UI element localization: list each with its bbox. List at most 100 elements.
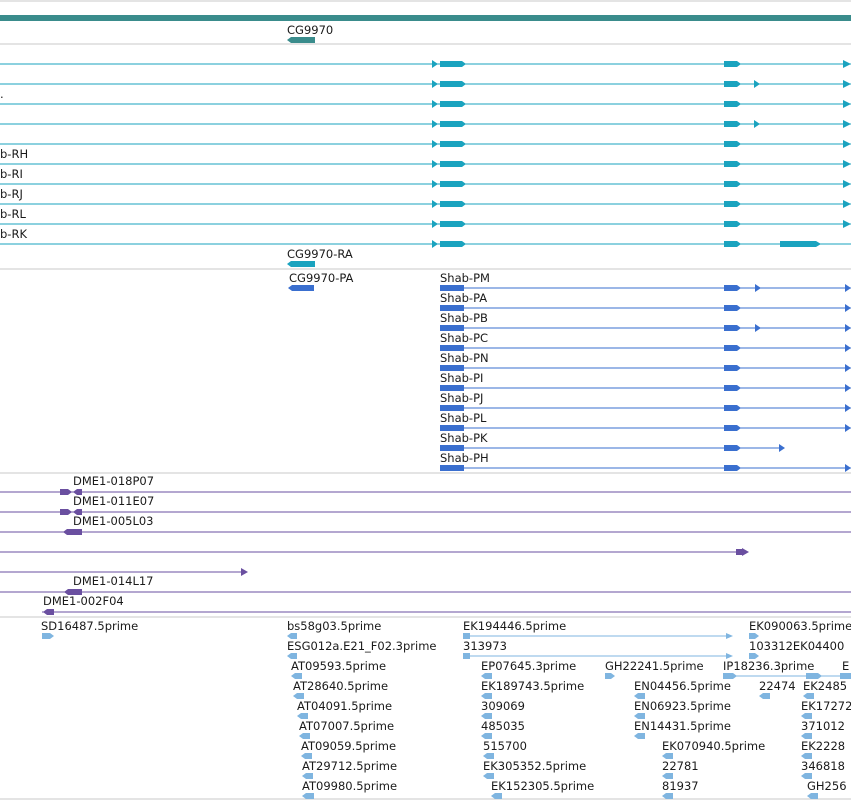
est-track: SD16487.5prime bs58g03.5prime ESG012a.E2… bbox=[41, 619, 851, 799]
est-label: EN04456.5prime bbox=[634, 679, 731, 693]
protein-row[interactable] bbox=[440, 284, 851, 292]
est-label: AT09059.5prime bbox=[301, 739, 396, 753]
transcript-track: . b-RH b-RI b-RJ b-RL b-RK CG9970-RA bbox=[0, 60, 851, 267]
est-label: EK070940.5prime bbox=[662, 739, 765, 753]
gene-track: CG9970 bbox=[0, 15, 851, 43]
transcript-feature[interactable] bbox=[287, 261, 315, 267]
est-label: AT09980.5prime bbox=[302, 779, 397, 793]
transcript-row[interactable] bbox=[0, 140, 851, 148]
transcript-label: b-RL bbox=[0, 207, 26, 221]
est-label: EN06923.5prime bbox=[634, 699, 731, 713]
est-label: EK152305.5prime bbox=[491, 779, 594, 793]
clone-label: DME1-005L03 bbox=[73, 514, 154, 528]
transcript-row[interactable] bbox=[0, 220, 851, 228]
est-label: 103312EK04400 bbox=[749, 639, 844, 653]
est-label: IP18236.3prime bbox=[723, 659, 814, 673]
est-label: EK2485 bbox=[803, 679, 847, 693]
transcript-label: CG9970-RA bbox=[287, 247, 353, 261]
protein-label: Shab-PB bbox=[440, 311, 488, 325]
transcript-label: . bbox=[0, 87, 4, 101]
clone-row[interactable] bbox=[0, 529, 851, 535]
est-label: AT09593.5prime bbox=[291, 659, 386, 673]
gene-span-bar[interactable] bbox=[0, 15, 851, 21]
est-feature[interactable] bbox=[759, 693, 770, 699]
transcript-row[interactable] bbox=[0, 120, 851, 128]
est-label: EN14431.5prime bbox=[634, 719, 731, 733]
transcript-row[interactable] bbox=[0, 240, 851, 248]
est-label: EK305352.5prime bbox=[483, 759, 586, 773]
clone-label: DME1-018P07 bbox=[73, 474, 154, 488]
protein-feature[interactable] bbox=[288, 285, 314, 291]
protein-label: Shab-PL bbox=[440, 411, 487, 425]
est-label: EK194446.5prime bbox=[463, 619, 566, 633]
est-label: 309069 bbox=[481, 699, 525, 713]
est-feature[interactable] bbox=[491, 793, 502, 799]
clone-row[interactable] bbox=[0, 589, 851, 595]
protein-row[interactable] bbox=[440, 444, 785, 452]
est-label: EP07645.3prime bbox=[481, 659, 576, 673]
est-label: AT07007.5prime bbox=[299, 719, 394, 733]
genome-browser-tracks: CG9970 . b-RH b-RI b-RJ b-RL b-RK CG9970… bbox=[0, 0, 851, 800]
est-label: GH256 bbox=[807, 779, 847, 793]
transcript-row[interactable] bbox=[0, 100, 851, 108]
est-label: E bbox=[842, 659, 849, 673]
transcript-label: b-RJ bbox=[0, 187, 23, 201]
transcript-row[interactable] bbox=[0, 180, 851, 188]
est-label: AT04091.5prime bbox=[297, 699, 392, 713]
est-feature[interactable] bbox=[302, 793, 314, 799]
transcript-row[interactable] bbox=[0, 60, 851, 68]
gene-feature[interactable] bbox=[287, 37, 315, 43]
est-label: 346818 bbox=[801, 759, 845, 773]
est-label: 22474 bbox=[759, 679, 796, 693]
protein-label: Shab-PA bbox=[440, 291, 487, 305]
est-label: ESG012a.E21_F02.3prime bbox=[287, 639, 437, 653]
est-label: 515700 bbox=[483, 739, 527, 753]
protein-row[interactable] bbox=[440, 384, 851, 392]
clone-label: DME1-014L17 bbox=[73, 574, 154, 588]
transcript-label: b-RI bbox=[0, 167, 23, 181]
est-label: EK090063.5prime bbox=[749, 619, 851, 633]
protein-row[interactable] bbox=[440, 464, 851, 472]
est-feature[interactable] bbox=[634, 733, 645, 739]
est-label: EK17272 bbox=[801, 699, 851, 713]
est-label: AT28640.5prime bbox=[293, 679, 388, 693]
gene-label: CG9970 bbox=[287, 23, 333, 37]
est-label: 485035 bbox=[481, 719, 525, 733]
transcript-row[interactable] bbox=[0, 160, 851, 168]
est-label: 371012 bbox=[801, 719, 845, 733]
transcript-row[interactable] bbox=[0, 200, 851, 208]
est-feature[interactable] bbox=[807, 793, 818, 799]
clone-row[interactable] bbox=[0, 548, 749, 556]
protein-row[interactable] bbox=[440, 344, 851, 352]
est-label: bs58g03.5prime bbox=[287, 619, 381, 633]
transcript-label: b-RH bbox=[0, 147, 28, 161]
clone-label: DME1-002F04 bbox=[43, 594, 124, 608]
protein-track: CG9970-PA Shab-PM Shab-PA Shab-PB Shab-P… bbox=[288, 271, 851, 472]
est-label: EK189743.5prime bbox=[481, 679, 584, 693]
est-label: AT29712.5prime bbox=[302, 759, 397, 773]
protein-label: Shab-PN bbox=[440, 351, 489, 365]
est-feature[interactable] bbox=[42, 633, 54, 639]
clone-track: DME1-018P07 DME1-011E07 DME1-005L03 DME1… bbox=[0, 474, 851, 615]
protein-row[interactable] bbox=[440, 364, 851, 372]
protein-row[interactable] bbox=[440, 304, 851, 312]
protein-label: Shab-PH bbox=[440, 451, 489, 465]
protein-label: Shab-PM bbox=[440, 271, 490, 285]
protein-row[interactable] bbox=[440, 404, 851, 412]
protein-row[interactable] bbox=[440, 424, 851, 432]
protein-label: Shab-PJ bbox=[440, 391, 483, 405]
est-label: 81937 bbox=[662, 779, 699, 793]
est-label: 313973 bbox=[463, 639, 507, 653]
transcript-row[interactable] bbox=[0, 80, 851, 88]
est-feature[interactable] bbox=[605, 673, 615, 679]
transcript-label: b-RK bbox=[0, 227, 27, 241]
est-label: EK2228 bbox=[801, 739, 845, 753]
est-feature[interactable] bbox=[662, 793, 673, 799]
protein-label: Shab-PI bbox=[440, 371, 483, 385]
protein-label: Shab-PC bbox=[440, 331, 488, 345]
est-label: 22781 bbox=[662, 759, 699, 773]
est-label: SD16487.5prime bbox=[41, 619, 138, 633]
clone-row[interactable] bbox=[42, 609, 851, 615]
protein-label: Shab-PK bbox=[440, 431, 488, 445]
protein-row[interactable] bbox=[440, 324, 851, 332]
